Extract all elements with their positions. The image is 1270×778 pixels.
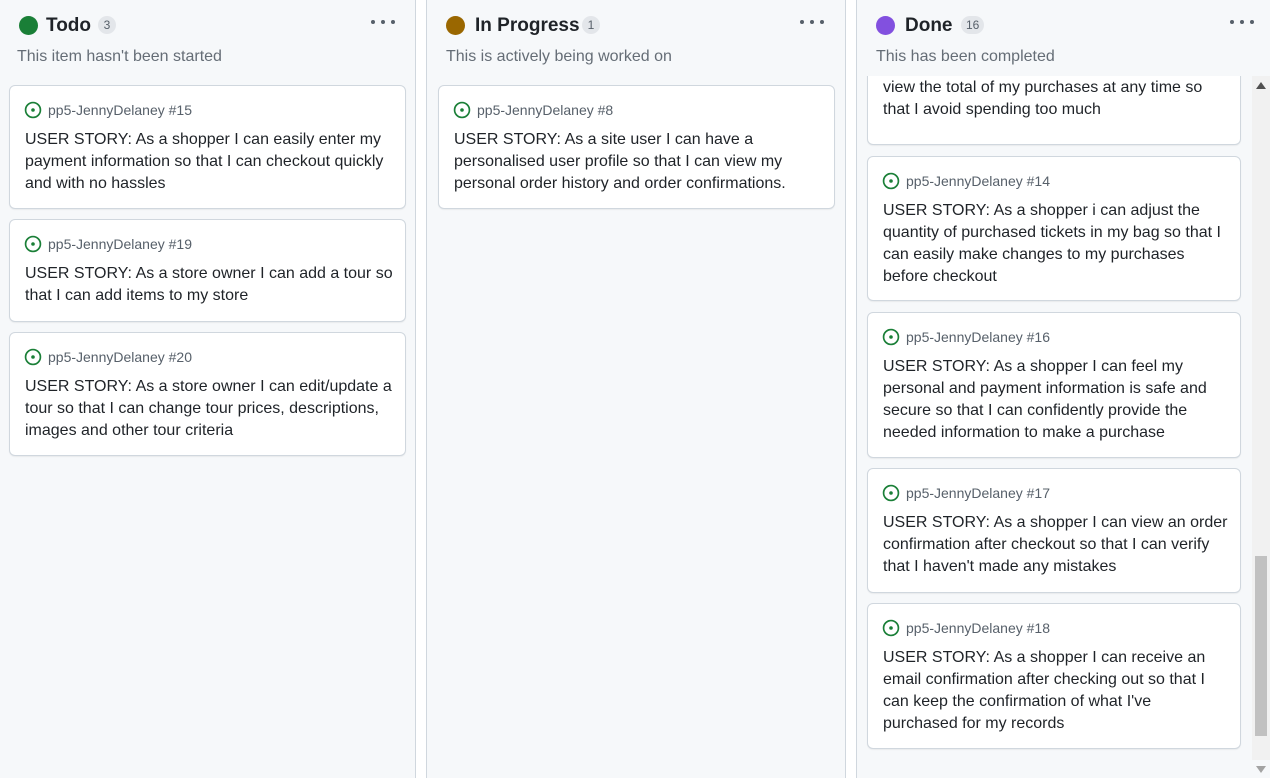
card-meta: pp5-JennyDelaney #20 (24, 347, 192, 367)
issue-card[interactable]: pp5-JennyDelaney #14 USER STORY: As a sh… (867, 156, 1241, 301)
card-meta: pp5-JennyDelaney #14 (882, 171, 1050, 191)
triangle-down-icon[interactable] (1252, 760, 1270, 778)
issue-card[interactable]: pp5-JennyDelaney #19 USER STORY: As a st… (9, 219, 406, 322)
issue-reference-link[interactable]: pp5-JennyDelaney #16 (906, 328, 1050, 346)
issue-card[interactable]: pp5-JennyDelaney #18 USER STORY: As a sh… (867, 603, 1241, 749)
status-dot-icon (876, 16, 895, 35)
triangle-up-icon[interactable] (1252, 76, 1270, 94)
column-todo: Todo 3 This item hasn't been started pp5… (0, 0, 416, 778)
issue-opened-icon (882, 619, 900, 637)
issue-reference-link[interactable]: pp5-JennyDelaney #19 (48, 235, 192, 253)
column-title: Done (905, 15, 953, 36)
issue-card[interactable]: USER STORY: As a shopper I want to easil… (867, 76, 1241, 145)
card-meta: pp5-JennyDelaney #8 (453, 100, 613, 120)
card-list: pp5-JennyDelaney #8 USER STORY: As a sit… (427, 0, 845, 778)
card-meta: pp5-JennyDelaney #16 (882, 327, 1050, 347)
scrollbar-thumb[interactable] (1255, 556, 1267, 736)
issue-title: USER STORY: As a shopper i can adjust th… (883, 202, 1221, 285)
issue-opened-icon (453, 101, 471, 119)
issue-title: USER STORY: As a shopper I can feel my p… (883, 358, 1207, 441)
issue-reference-link[interactable]: pp5-JennyDelaney #17 (906, 484, 1050, 502)
issue-card[interactable]: pp5-JennyDelaney #16 USER STORY: As a sh… (867, 312, 1241, 458)
issue-title: USER STORY: As a site user I can have a … (454, 131, 786, 192)
issue-card[interactable]: pp5-JennyDelaney #15 USER STORY: As a sh… (9, 85, 406, 209)
card-meta: pp5-JennyDelaney #15 (24, 100, 192, 120)
issue-reference-link[interactable]: pp5-JennyDelaney #18 (906, 619, 1050, 637)
card-meta: pp5-JennyDelaney #19 (24, 234, 192, 254)
issue-opened-icon (24, 348, 42, 366)
issue-title: USER STORY: As a shopper I can easily en… (25, 131, 384, 192)
more-options-icon[interactable] (1230, 14, 1254, 30)
column-in-progress: In Progress 1 This is actively being wor… (426, 0, 846, 778)
issue-card[interactable]: pp5-JennyDelaney #20 USER STORY: As a st… (9, 332, 406, 456)
issue-reference-link[interactable]: pp5-JennyDelaney #20 (48, 348, 192, 366)
issue-opened-icon (24, 235, 42, 253)
issue-reference-link[interactable]: pp5-JennyDelaney #14 (906, 172, 1050, 190)
column-description: This has been completed (876, 48, 1055, 65)
column-done: Done 16 This has been completed USER STO… (856, 0, 1270, 778)
issue-card[interactable]: pp5-JennyDelaney #17 USER STORY: As a sh… (867, 468, 1241, 593)
issue-opened-icon (882, 172, 900, 190)
issue-reference-link[interactable]: pp5-JennyDelaney #15 (48, 101, 192, 119)
issue-title: USER STORY: As a shopper I want to easil… (883, 79, 1203, 118)
vertical-scrollbar[interactable] (1252, 76, 1270, 773)
issue-card[interactable]: pp5-JennyDelaney #8 USER STORY: As a sit… (438, 85, 835, 209)
card-list: pp5-JennyDelaney #15 USER STORY: As a sh… (0, 0, 415, 778)
issue-opened-icon (24, 101, 42, 119)
card-meta: pp5-JennyDelaney #18 (882, 618, 1050, 638)
card-meta: pp5-JennyDelaney #17 (882, 483, 1050, 503)
issue-title: USER STORY: As a store owner I can edit/… (25, 378, 392, 439)
issue-title: USER STORY: As a shopper I can view an o… (883, 514, 1228, 575)
card-list-scroll-area[interactable]: USER STORY: As a shopper I want to easil… (857, 76, 1270, 778)
issue-opened-icon (882, 484, 900, 502)
issue-reference-link[interactable]: pp5-JennyDelaney #8 (477, 101, 613, 119)
item-count-badge: 16 (961, 16, 985, 34)
issue-opened-icon (882, 328, 900, 346)
column-header: Done 16 This has been completed (857, 0, 1270, 76)
issue-title: USER STORY: As a store owner I can add a… (25, 265, 393, 304)
issue-title: USER STORY: As a shopper I can receive a… (883, 649, 1206, 732)
